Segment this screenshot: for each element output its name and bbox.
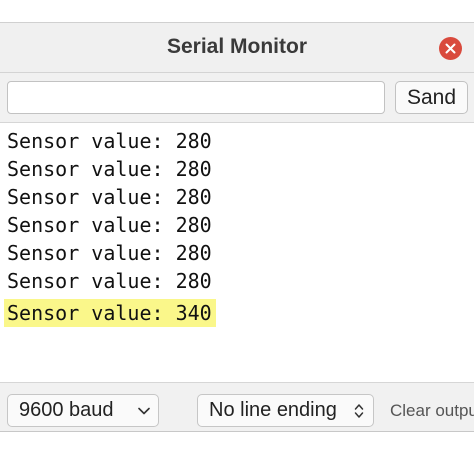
close-icon bbox=[445, 43, 456, 54]
baud-rate-select[interactable]: 9600 baud bbox=[7, 394, 159, 427]
output-line: Sensor value: 280 bbox=[7, 241, 212, 265]
baud-rate-value: 9600 baud bbox=[19, 399, 114, 421]
output-line: Sensor value: 280 bbox=[7, 269, 212, 293]
output-line: Sensor value: 280 bbox=[7, 157, 212, 181]
line-ending-select[interactable]: No line ending bbox=[197, 394, 374, 427]
line-ending-value: No line ending bbox=[209, 399, 337, 421]
serial-output[interactable]: Sensor value: 280 Sensor value: 280 Sens… bbox=[0, 122, 474, 383]
title-bar: Serial Monitor bbox=[0, 23, 474, 73]
send-row: Sand bbox=[0, 74, 474, 122]
output-line: Sensor value: 280 bbox=[7, 213, 212, 237]
output-line: Sensor value: 280 bbox=[7, 129, 212, 153]
clear-output-button[interactable]: Clear output bbox=[390, 394, 474, 427]
message-input[interactable] bbox=[7, 81, 385, 114]
chevron-down-icon bbox=[138, 407, 150, 414]
output-line-highlighted: Sensor value: 340 bbox=[4, 299, 216, 327]
send-button[interactable]: Sand bbox=[395, 81, 468, 114]
bottom-toolbar: 9600 baud No line ending Clear output bbox=[0, 384, 474, 431]
serial-monitor-window: Serial Monitor Sand Sensor value: 280 Se… bbox=[0, 22, 474, 432]
window-title: Serial Monitor bbox=[166, 35, 308, 58]
close-button[interactable] bbox=[439, 37, 462, 60]
output-line: Sensor value: 280 bbox=[7, 185, 212, 209]
up-down-chevron-icon bbox=[354, 403, 364, 418]
